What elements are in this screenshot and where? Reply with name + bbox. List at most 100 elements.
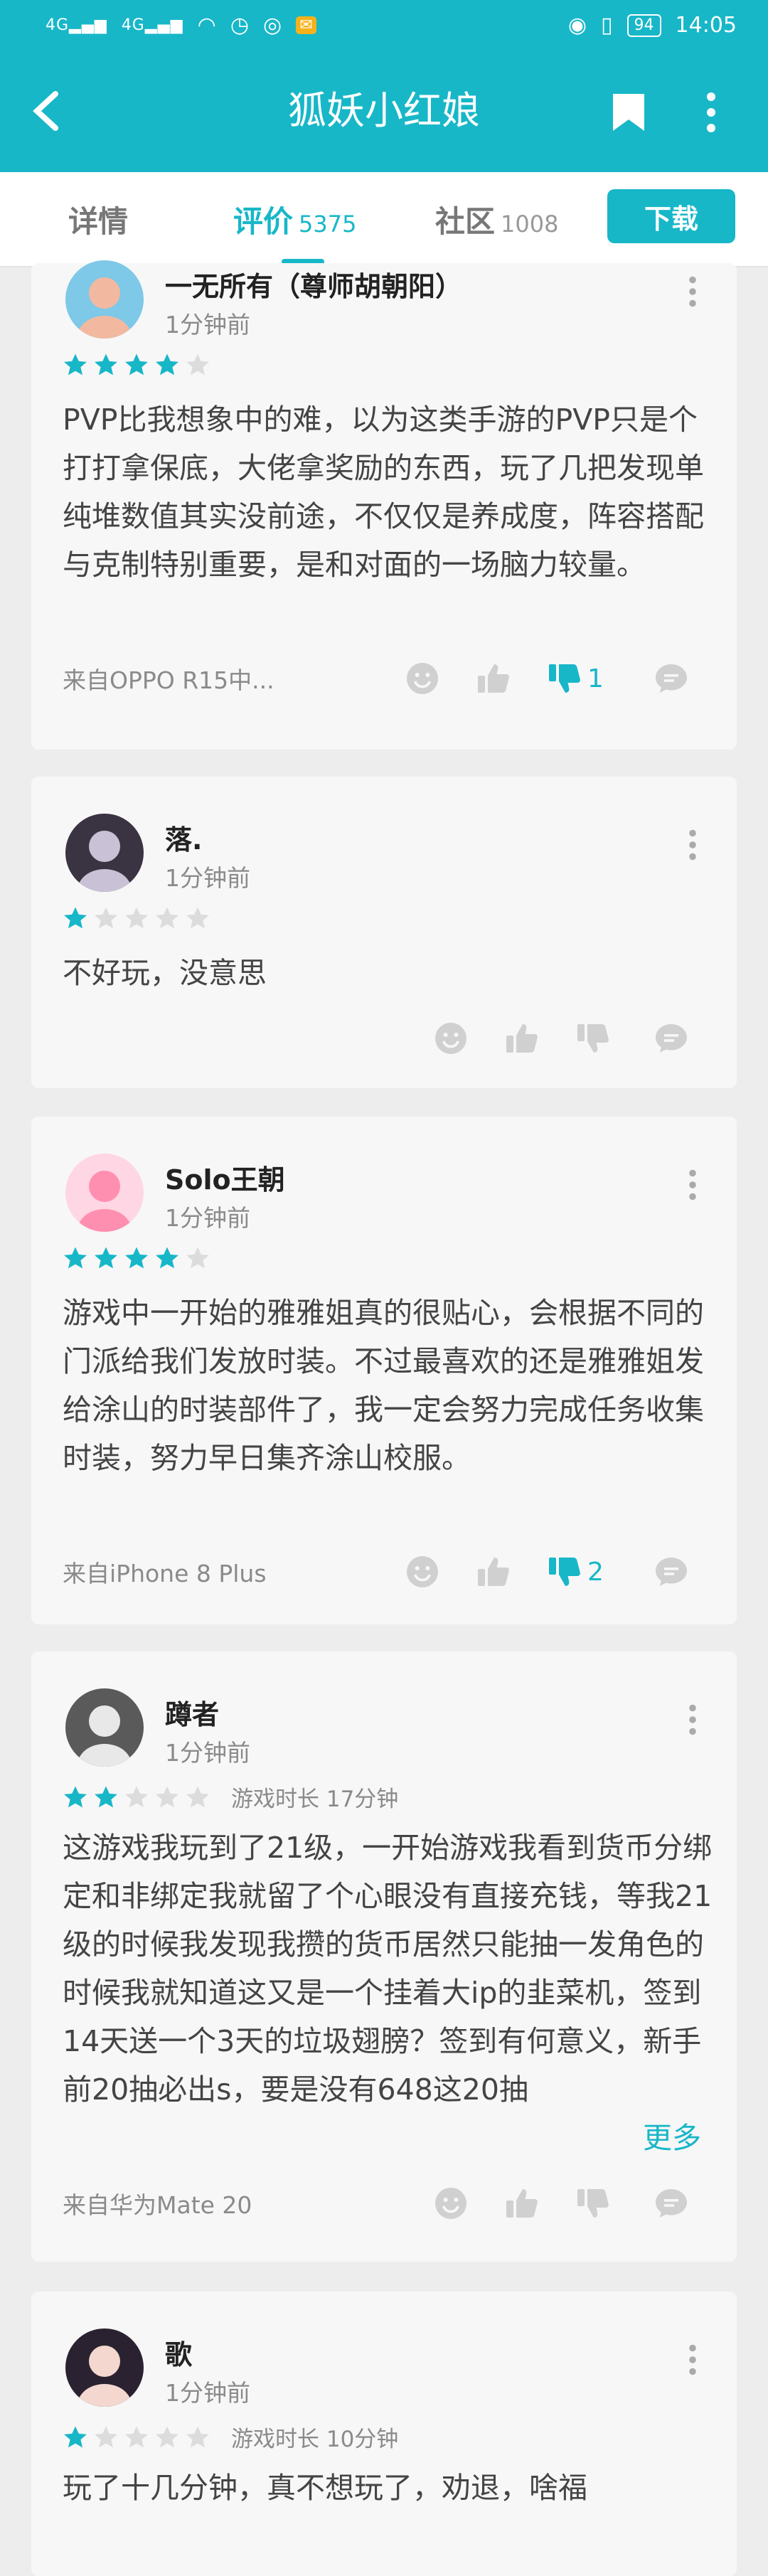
- battery-icon: 94: [626, 14, 661, 37]
- star-icon: [185, 2425, 210, 2449]
- vibrate-icon: ▯: [601, 13, 613, 38]
- review-text: 不好玩，没意思: [63, 956, 267, 990]
- tab-details[interactable]: 详情: [68, 198, 128, 241]
- review-card: 一无所有（尊师胡朝阳） 1分钟前 PVP比我想象中的难，以为这类手游的PVP只是个打…: [31, 260, 737, 750]
- thumb-down-icon[interactable]: [576, 2186, 610, 2220]
- star-icon: [93, 1785, 119, 1809]
- review-actions: 1: [405, 661, 704, 697]
- review-more-icon[interactable]: [686, 276, 700, 307]
- wifi-icon: ◠: [197, 13, 216, 38]
- review-more-icon[interactable]: [686, 1704, 700, 1735]
- alarm-icon: ◷: [230, 13, 249, 38]
- review-card: 歌 1分钟前游戏时长 10分钟玩了十几分钟，真不想玩了，劝退，啥福: [31, 2292, 737, 2576]
- rating-stars: [63, 1246, 231, 1270]
- reviewer-name[interactable]: Solo王朝: [165, 1158, 285, 1197]
- review-card: 落. 1分钟前不好玩，没意思: [31, 777, 737, 1088]
- more-options-icon[interactable]: [700, 91, 722, 134]
- emoji-react-icon[interactable]: [405, 661, 439, 696]
- reviewer-name[interactable]: 歌: [165, 2333, 192, 2372]
- star-icon: [124, 353, 149, 377]
- device-source: 来自华为Mate 20: [63, 2191, 252, 2219]
- emoji-react-icon[interactable]: [434, 1021, 468, 1055]
- avatar[interactable]: [65, 260, 144, 339]
- play-time: 游戏时长 10分钟: [231, 2427, 399, 2452]
- avatar[interactable]: [65, 1154, 144, 1232]
- reviewer-name[interactable]: 一无所有（尊师胡朝阳）: [165, 265, 462, 304]
- rating-stars: 游戏时长 10分钟: [63, 2421, 398, 2453]
- thumb-up-icon[interactable]: [505, 1021, 539, 1055]
- review-more-icon[interactable]: [686, 1169, 700, 1201]
- comment-icon[interactable]: [654, 2186, 688, 2220]
- emoji-react-icon[interactable]: [405, 1555, 439, 1589]
- star-icon: [154, 1246, 180, 1270]
- review-time: 1分钟前: [165, 864, 250, 892]
- star-icon: [124, 906, 149, 930]
- review-text: 游戏中一开始的雅雅姐真的很贴心，会根据不同的门派给我们发放时装。不过最喜欢的还是…: [63, 1296, 704, 1475]
- review-actions: [434, 1021, 732, 1057]
- emoji-react-icon[interactable]: [434, 2186, 468, 2220]
- star-icon: [63, 353, 88, 377]
- thumb-down-icon[interactable]: [548, 661, 582, 696]
- thumb-up-icon[interactable]: [505, 2186, 539, 2220]
- star-icon: [63, 1785, 88, 1809]
- star-icon: [185, 353, 210, 377]
- mail-icon: ✉: [296, 16, 316, 34]
- avatar[interactable]: [65, 2328, 144, 2407]
- review-card: Solo王朝 1分钟前游戏中一开始的雅雅姐真的很贴心，会根据不同的门派给我们发放时…: [31, 1117, 737, 1624]
- star-icon: [185, 1246, 210, 1270]
- review-text: 玩了十几分钟，真不想玩了，劝退，啥福: [63, 2471, 587, 2505]
- tab-community[interactable]: 社区 1008: [435, 198, 558, 241]
- star-icon: [93, 906, 119, 930]
- dislike-count: 1: [587, 664, 604, 693]
- review-time: 1分钟前: [165, 311, 250, 339]
- star-icon: [185, 906, 210, 930]
- star-icon: [93, 353, 119, 377]
- review-more-icon[interactable]: [686, 2344, 700, 2375]
- rating-stars: [63, 353, 231, 377]
- avatar[interactable]: [65, 1688, 144, 1767]
- review-text: PVP比我想象中的难，以为这类手游的PVP只是个打打拿保底，大佬拿奖励的东西，玩…: [63, 403, 704, 582]
- review-card: 蹲者 1分钟前 游戏时长 17分钟 这游戏我玩到了21级，一开始游戏我看到货币分绑定和…: [31, 1651, 737, 2262]
- wechat-icon: ◎: [263, 13, 282, 38]
- page-title: 狐妖小红娘: [288, 88, 480, 133]
- comment-icon[interactable]: [654, 1021, 688, 1055]
- review-time: 1分钟前: [165, 1739, 250, 1767]
- star-icon: [185, 1785, 210, 1809]
- comment-icon[interactable]: [654, 661, 688, 696]
- reviewer-name[interactable]: 蹲者: [165, 1693, 219, 1732]
- star-icon: [93, 2425, 119, 2449]
- device-source: 来自OPPO R15中...: [63, 666, 274, 694]
- star-icon: [154, 353, 180, 377]
- review-actions: 2: [405, 1555, 704, 1590]
- review-time: 1分钟前: [165, 2379, 250, 2407]
- avatar[interactable]: [65, 814, 144, 892]
- status-bar: 4G▂▄▆ 4G▂▄▆ ◠ ◷ ◎ ✉ ◉ ▯ 94 14:05: [0, 0, 768, 54]
- review-more-icon[interactable]: [686, 829, 700, 861]
- star-icon: [124, 1785, 149, 1809]
- dislike-count: 2: [587, 1558, 604, 1587]
- thumb-up-icon[interactable]: [476, 661, 511, 696]
- review-actions: [434, 2186, 732, 2222]
- tab-reviews[interactable]: 评价 5375: [233, 198, 356, 241]
- comment-icon[interactable]: [654, 1555, 688, 1589]
- reviewer-name[interactable]: 落.: [165, 818, 202, 857]
- bookmark-icon[interactable]: [610, 91, 647, 134]
- rating-stars: [63, 906, 231, 930]
- signal-icon: 4G▂▄▆: [46, 16, 107, 34]
- expand-more-link[interactable]: 更多: [636, 2114, 701, 2162]
- star-icon: [154, 2425, 180, 2449]
- device-source: 来自iPhone 8 Plus: [63, 1560, 267, 1587]
- star-icon: [124, 2425, 149, 2449]
- thumb-up-icon[interactable]: [476, 1555, 511, 1589]
- star-icon: [93, 1246, 119, 1270]
- download-button[interactable]: 下载: [607, 189, 735, 243]
- star-icon: [63, 1246, 88, 1270]
- thumb-down-icon[interactable]: [548, 1555, 582, 1589]
- star-icon: [124, 1246, 149, 1270]
- app-header: 4G▂▄▆ 4G▂▄▆ ◠ ◷ ◎ ✉ ◉ ▯ 94 14:05 狐妖小红娘: [0, 0, 768, 172]
- star-icon: [154, 1785, 180, 1809]
- thumb-down-icon[interactable]: [576, 1021, 610, 1055]
- review-time: 1分钟前: [165, 1204, 250, 1232]
- tab-bar: 详情 评价 5375 社区 1008 下载: [0, 172, 768, 267]
- eye-icon: ◉: [567, 13, 587, 38]
